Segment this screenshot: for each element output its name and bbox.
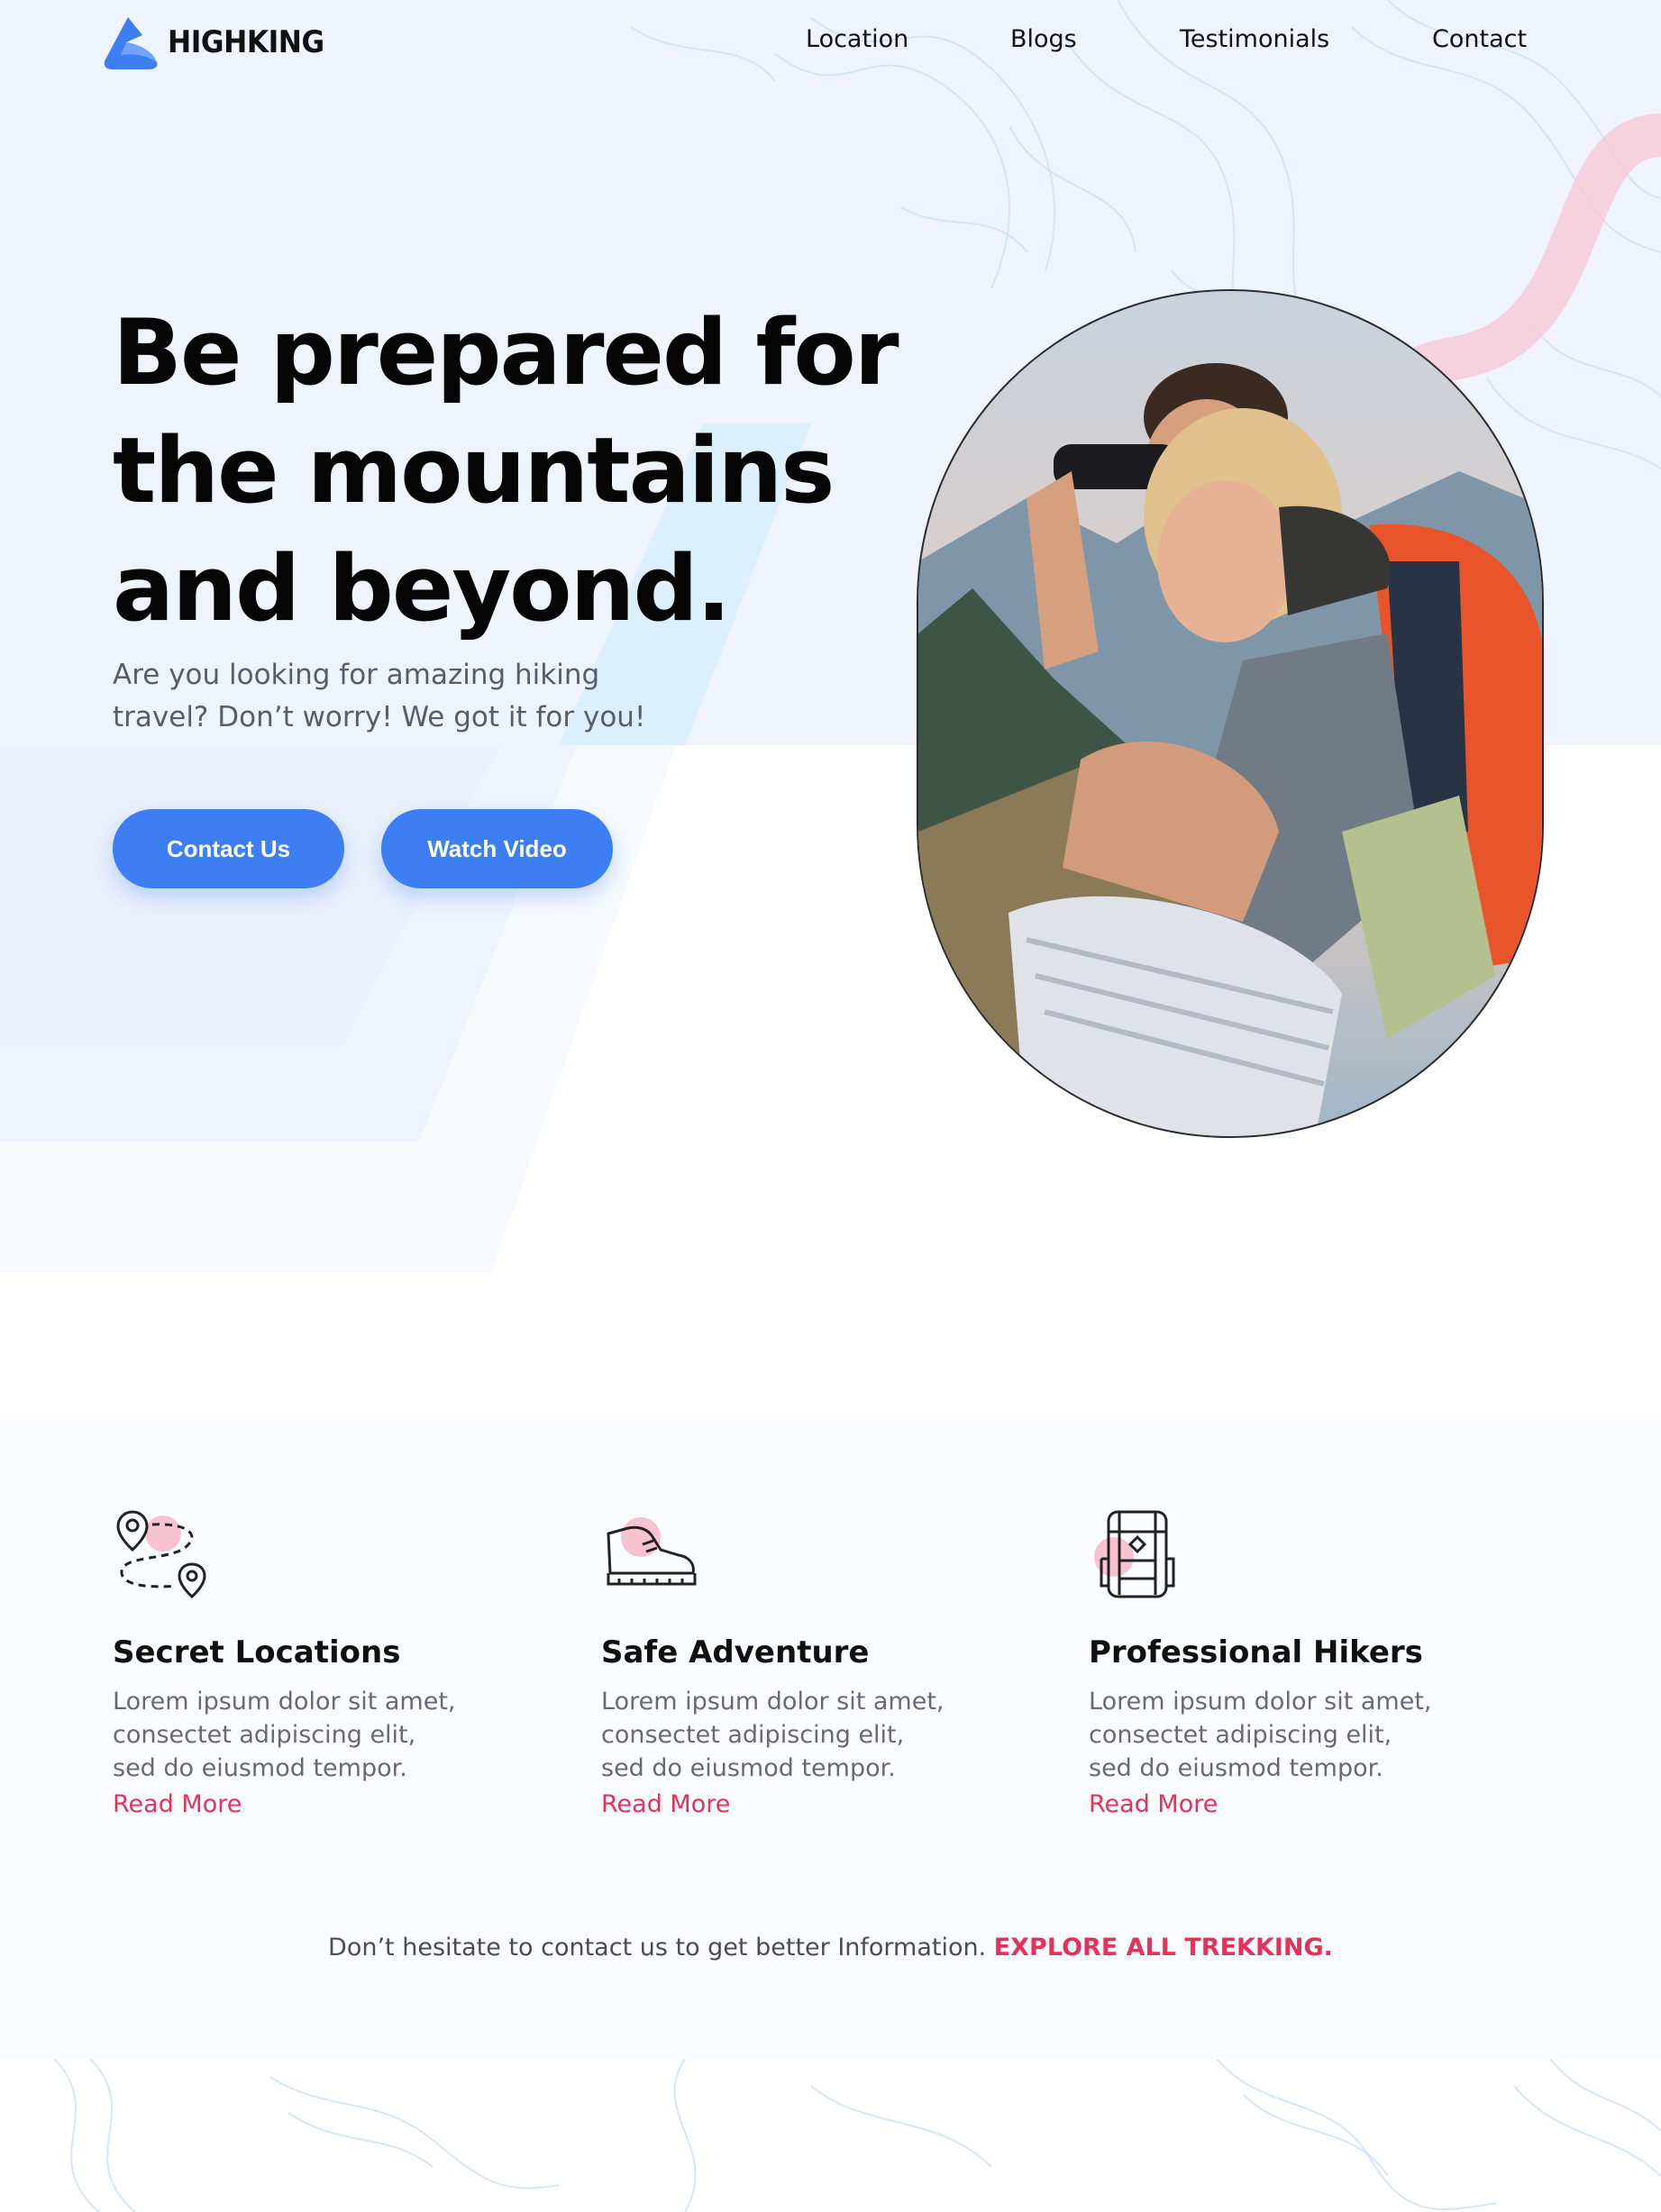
brand-name: HIGHKING bbox=[168, 24, 324, 60]
mountain-logo-icon bbox=[104, 17, 158, 69]
backpack-icon bbox=[1094, 1510, 1175, 1598]
explore-trekking-link[interactable]: EXPLORE ALL TREKKING. bbox=[994, 1934, 1333, 1962]
bottom-topographic-pattern bbox=[53, 2059, 1661, 2212]
hero-title-line: and beyond. bbox=[113, 535, 731, 642]
feature-title: Professional Hikers bbox=[1089, 1634, 1423, 1670]
feature-title: Secret Locations bbox=[113, 1634, 401, 1670]
brand-logo[interactable]: HIGHKING bbox=[103, 15, 338, 69]
feature-card: Secret Locations Lorem ipsum dolor sit a… bbox=[113, 1505, 491, 1818]
contact-us-button[interactable]: Contact Us bbox=[113, 809, 344, 888]
feature-description: Lorem ipsum dolor sit amet, consectet ad… bbox=[601, 1688, 945, 1782]
read-more-link[interactable]: Read More bbox=[113, 1790, 242, 1818]
feature-description: Lorem ipsum dolor sit amet, consectet ad… bbox=[113, 1688, 456, 1782]
nav-contact[interactable]: Contact bbox=[1432, 25, 1527, 53]
map-route-icon bbox=[116, 1510, 206, 1598]
hero-title-line: the mountains bbox=[113, 417, 835, 523]
nav-testimonials[interactable]: Testimonials bbox=[1180, 25, 1329, 53]
top-navigation: HIGHKING Location Blogs Testimonials Con… bbox=[0, 0, 1661, 90]
nav-blogs[interactable]: Blogs bbox=[1010, 25, 1077, 53]
feature-description: Lorem ipsum dolor sit amet, consectet ad… bbox=[1089, 1688, 1432, 1782]
feature-card: Safe Adventure Lorem ipsum dolor sit ame… bbox=[601, 1505, 980, 1818]
cta-line: Don’t hesitate to contact us to get bett… bbox=[0, 1934, 1661, 1962]
feature-card: Professional Hikers Lorem ipsum dolor si… bbox=[1089, 1505, 1467, 1818]
hero-title: Be prepared for the mountains and beyond… bbox=[113, 294, 924, 648]
hiking-boot-icon bbox=[607, 1517, 697, 1586]
hikers-illustration bbox=[918, 291, 1542, 1136]
hero-subtitle: Are you looking for amazing hiking trave… bbox=[113, 659, 646, 733]
hero-title-line: Be prepared for bbox=[113, 299, 899, 405]
hikers-photo bbox=[917, 289, 1544, 1138]
nav-location[interactable]: Location bbox=[806, 25, 908, 53]
feature-title: Safe Adventure bbox=[601, 1634, 870, 1670]
read-more-link[interactable]: Read More bbox=[601, 1790, 730, 1818]
cta-text: Don’t hesitate to contact us to get bett… bbox=[328, 1934, 987, 1962]
watch-video-button[interactable]: Watch Video bbox=[381, 809, 613, 888]
read-more-link[interactable]: Read More bbox=[1089, 1790, 1218, 1818]
